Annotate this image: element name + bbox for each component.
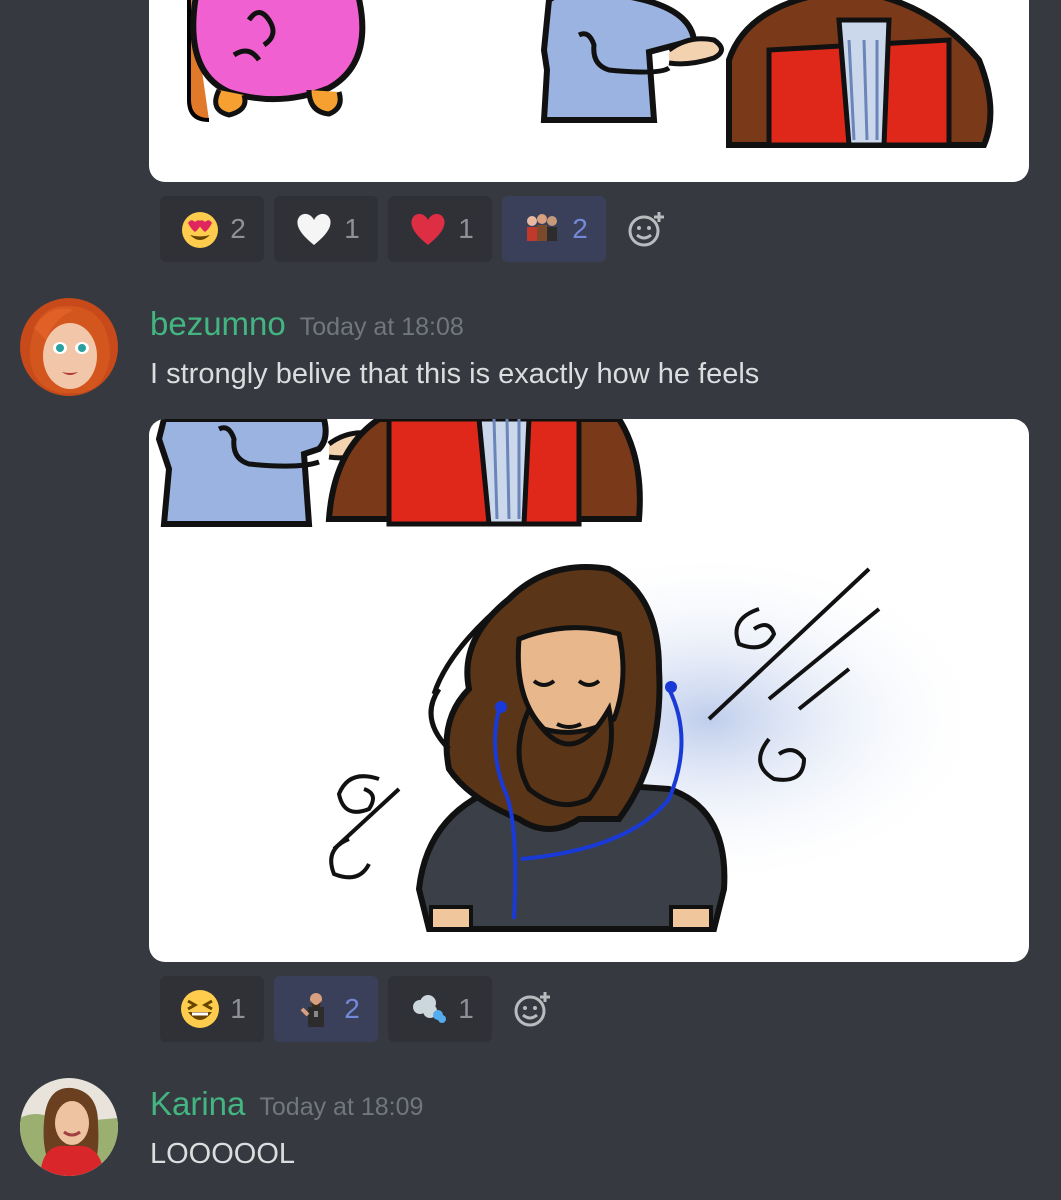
custom-group-emoji-icon (520, 207, 564, 251)
avatar[interactable] (20, 1078, 118, 1176)
robed-character-illustration (726, 0, 994, 148)
add-reaction-button[interactable] (616, 196, 676, 262)
blue-character-illustration (540, 0, 724, 123)
timestamp: Today at 18:09 (259, 1093, 424, 1121)
reaction-laughing[interactable]: 1 (160, 976, 264, 1042)
reaction-count: 2 (344, 993, 360, 1024)
add-reaction-icon (628, 212, 664, 247)
add-reaction-button[interactable] (502, 976, 562, 1042)
username[interactable]: Karina Today at 18:09 (150, 1085, 423, 1123)
reaction-red-heart[interactable]: 1 (388, 196, 492, 262)
message-text: I strongly belive that this is exactly h… (150, 358, 760, 390)
reaction-count: 2 (572, 213, 588, 244)
custom-man-emoji-icon (292, 987, 336, 1031)
message-text: LOOOOOL (150, 1138, 296, 1170)
reaction-dash[interactable]: 1 (388, 976, 492, 1042)
timestamp: Today at 18:08 (299, 313, 464, 341)
image-attachment[interactable] (149, 419, 1029, 962)
robed-character-illustration (325, 419, 643, 527)
chat-messages: 2 1 1 2 bezumno Today at 18:08 I strongl… (0, 0, 1061, 1200)
heart-eyes-emoji-icon (178, 207, 222, 251)
laughing-emoji-icon (178, 987, 222, 1031)
username[interactable]: bezumno Today at 18:08 (150, 305, 464, 343)
author-name[interactable]: bezumno (150, 305, 286, 342)
reaction-custom-group[interactable]: 2 (502, 196, 606, 262)
avatar[interactable] (20, 298, 118, 396)
reaction-count: 1 (344, 213, 360, 244)
add-reaction-icon (514, 992, 550, 1027)
reactions-row-bezumno: 1 2 1 (160, 975, 562, 1043)
reactions-row-prev: 2 1 1 2 (160, 195, 676, 263)
reaction-heart-eyes[interactable]: 2 (160, 196, 264, 262)
white-heart-emoji-icon (292, 207, 336, 251)
pink-character-illustration (187, 0, 366, 122)
red-heart-emoji-icon (406, 207, 450, 251)
reaction-count: 1 (458, 993, 474, 1024)
reaction-count: 1 (458, 213, 474, 244)
reaction-custom-man[interactable]: 2 (274, 976, 378, 1042)
dash-emoji-icon (406, 987, 450, 1031)
reaction-count: 2 (230, 213, 246, 244)
reaction-count: 1 (230, 993, 246, 1024)
author-name[interactable]: Karina (150, 1085, 245, 1122)
image-attachment-top[interactable] (149, 0, 1029, 182)
reaction-white-heart[interactable]: 1 (274, 196, 378, 262)
